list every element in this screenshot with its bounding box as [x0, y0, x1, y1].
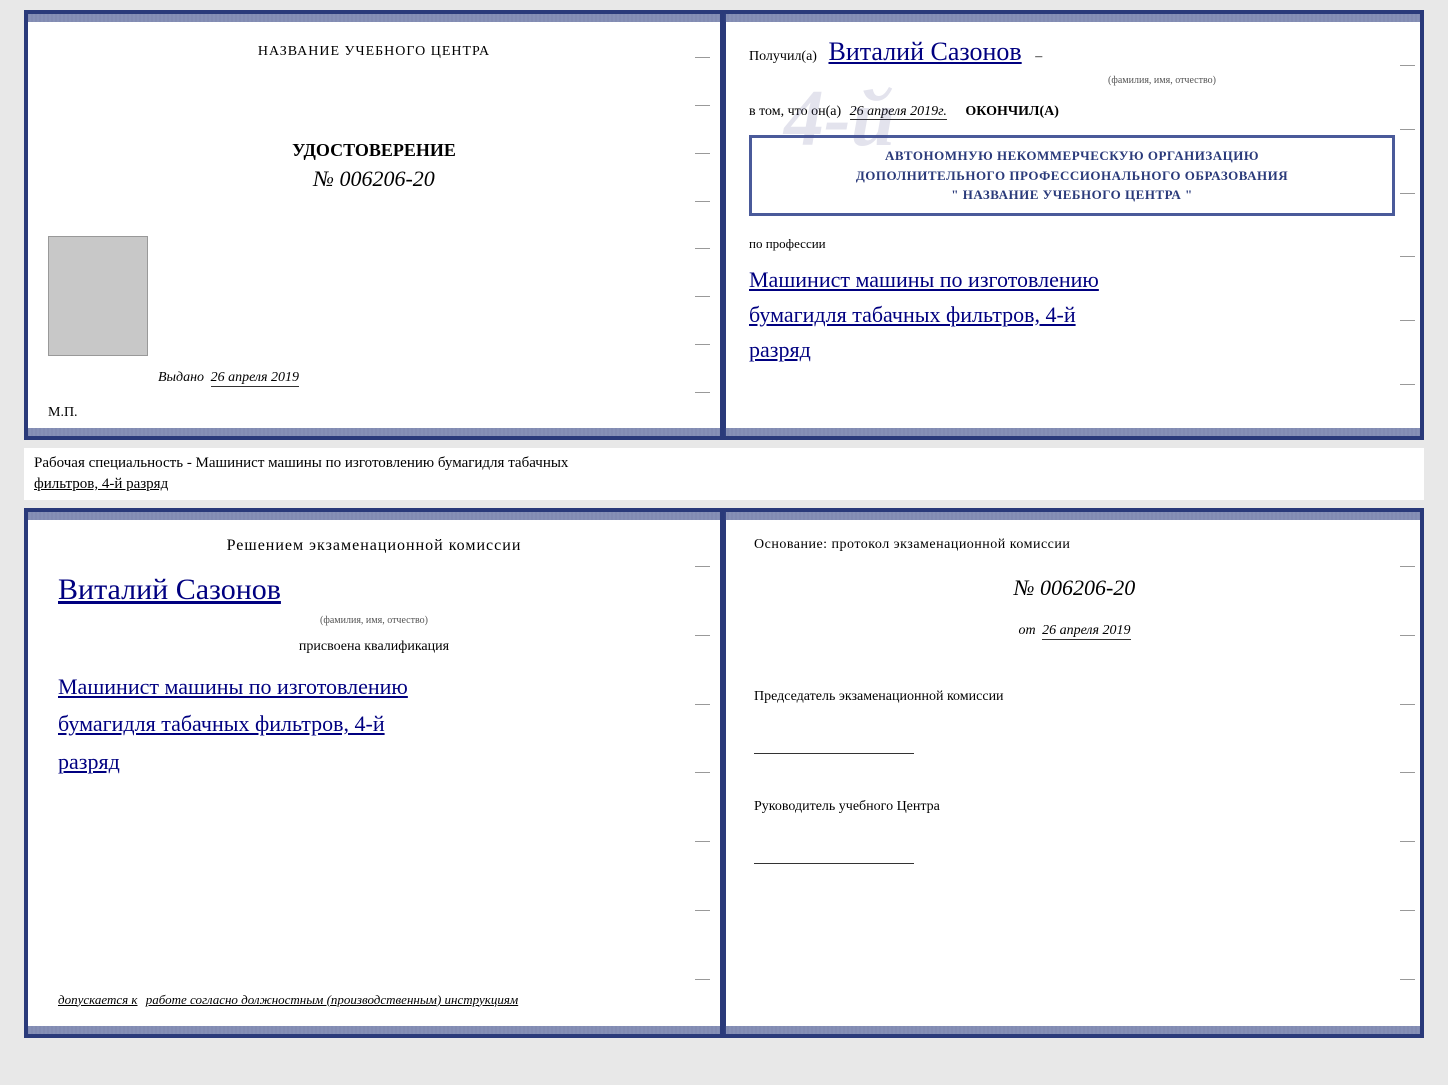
between-text-line1: Рабочая специальность - Машинист машины …	[34, 455, 568, 471]
deco-lines-bottom-right	[1400, 532, 1415, 1014]
fio-small-bottom: (фамилия, имя, отчество)	[58, 615, 690, 626]
bottom-left-page: Решением экзаменационной комиссии Витали…	[28, 512, 724, 1034]
resheniem-label: Решением экзаменационной комиссии	[58, 537, 690, 555]
predsedatel-label: Председатель экзаменационной комиссии	[754, 686, 1395, 707]
stamp-line3: " НАЗВАНИЕ УЧЕБНОГО ЦЕНТРА "	[764, 185, 1380, 205]
mp-label: М.П.	[48, 405, 78, 421]
predsedatel-signature-line	[754, 724, 914, 754]
between-text-line2: фильтров, 4-й разряд	[34, 476, 168, 492]
bottom-right-page: Основание: протокол экзаменационной коми…	[724, 512, 1420, 1034]
photo-placeholder	[48, 236, 148, 356]
vydano-prefix: Выдано	[158, 370, 204, 385]
deco-lines-left	[695, 34, 710, 416]
profession-line2-top: бумагидля табачных фильтров, 4-й	[749, 297, 1395, 332]
okonchil: окончил(а)	[965, 104, 1059, 119]
top-certificate-book: НАЗВАНИЕ УЧЕБНОГО ЦЕНТРА УДОСТОВЕРЕНИЕ №…	[24, 10, 1424, 440]
profession-line1-bottom: Машинист машины по изготовлению	[58, 668, 690, 705]
school-name-label: НАЗВАНИЕ УЧЕБНОГО ЦЕНТРА	[258, 44, 490, 60]
recipient-name-bottom: Виталий Сазонов	[58, 573, 690, 607]
between-text-section: Рабочая специальность - Машинист машины …	[24, 448, 1424, 500]
top-left-page: НАЗВАНИЕ УЧЕБНОГО ЦЕНТРА УДОСТОВЕРЕНИЕ №…	[28, 14, 724, 436]
profession-line1-top: Машинист машины по изготовлению	[749, 262, 1395, 297]
vydano-line: Выдано 26 апреля 2019	[158, 370, 299, 386]
dopuskaetsya-prefix: допускается к	[58, 992, 138, 1007]
udostoverenie-label: УДОСТОВЕРЕНИЕ	[292, 140, 456, 161]
rukovoditel-label: Руководитель учебного Центра	[754, 796, 1395, 817]
document-container: НАЗВАНИЕ УЧЕБНОГО ЦЕНТРА УДОСТОВЕРЕНИЕ №…	[24, 10, 1424, 1038]
bottom-certificate-book: Решением экзаменационной комиссии Витали…	[24, 508, 1424, 1038]
vydano-date: 26 апреля 2019	[211, 370, 299, 387]
po-professii-label: по профессии	[749, 236, 1395, 252]
recipient-name: Виталий Сазонов	[828, 37, 1021, 66]
rukovoditel-signature-line	[754, 834, 914, 864]
profession-line2-bottom: бумагидля табачных фильтров, 4-й	[58, 705, 690, 742]
profession-handwritten-bottom: Машинист машины по изготовлению бумагидл…	[58, 668, 690, 780]
top-right-page: 4-й Получил(а) Виталий Сазонов – (фамили…	[724, 14, 1420, 436]
ot-prefix: от	[1018, 623, 1035, 638]
big-number-bg: 4-й	[784, 74, 895, 165]
stamp-line2: ДОПОЛНИТЕЛЬНОГО ПРОФЕССИОНАЛЬНОГО ОБРАЗО…	[764, 166, 1380, 186]
profession-line3-bottom: разряд	[58, 743, 690, 780]
dopuskaetsya-italic: работе согласно должностным (производств…	[146, 992, 518, 1007]
deco-lines-bottom-left	[695, 532, 710, 1014]
protocol-number: № 006206-20	[754, 575, 1395, 601]
poluchil-prefix: Получил(а)	[749, 49, 817, 64]
dopuskaetsya-section: допускается к работе согласно должностны…	[58, 990, 710, 1010]
ot-label: от 26 апреля 2019	[754, 623, 1395, 639]
fio-small-label-top: (фамилия, имя, отчество)	[929, 75, 1395, 86]
deco-lines-right-top	[1400, 34, 1415, 416]
certificate-number: № 006206-20	[313, 166, 435, 192]
poluchil-line: Получил(а) Виталий Сазонов –	[749, 34, 1395, 70]
profession-line3-top: разряд	[749, 332, 1395, 367]
prisvoena-label: присвоена квалификация	[58, 639, 690, 655]
osnovanie-label: Основание: протокол экзаменационной коми…	[754, 537, 1395, 553]
ot-date: 26 апреля 2019	[1042, 623, 1130, 640]
profession-handwritten-top: Машинист машины по изготовлению бумагидл…	[749, 262, 1395, 368]
